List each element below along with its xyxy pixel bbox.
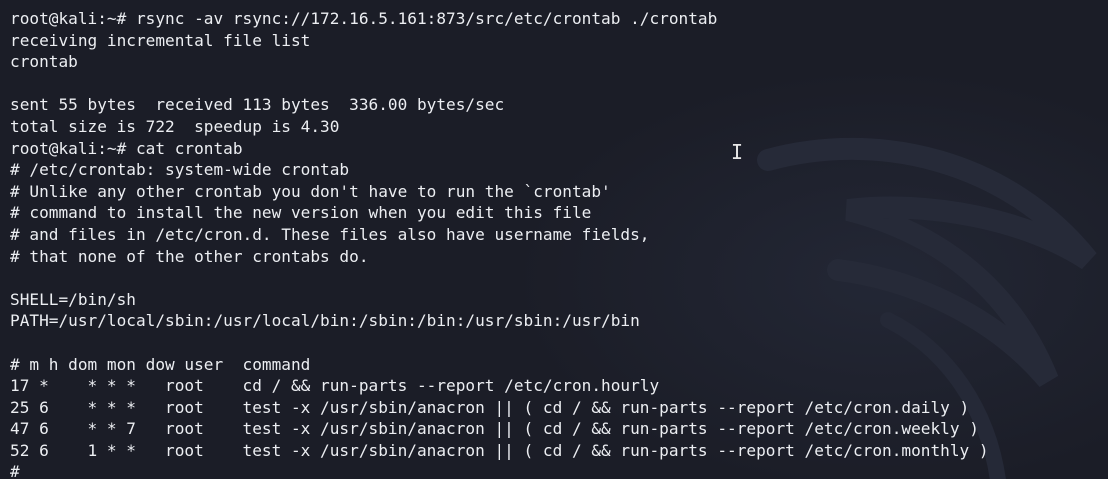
- terminal-line: root@kali:~# rsync -av rsync://172.16.5.…: [10, 9, 718, 28]
- terminal-line: crontab: [10, 52, 78, 72]
- terminal-line: # that none of the other crontabs do.: [10, 246, 369, 266]
- terminal-line: # /etc/crontab: system-wide crontab: [10, 160, 350, 180]
- text-cursor-icon: I: [731, 140, 744, 164]
- terminal-line: receiving incremental file list: [10, 30, 311, 50]
- terminal-line: sent 55 bytes received 113 bytes 336.00 …: [10, 95, 505, 115]
- terminal-line: #: [10, 462, 20, 479]
- terminal-line: total size is 722 speedup is 4.30: [10, 116, 340, 136]
- terminal-line: root@kali:~# cat crontab: [10, 138, 243, 158]
- terminal-line: 25 6 * * * root test -x /usr/sbin/anacro…: [10, 397, 970, 417]
- terminal-line: SHELL=/bin/sh: [10, 289, 136, 309]
- terminal-line: 52 6 1 * * root test -x /usr/sbin/anacro…: [10, 440, 989, 460]
- terminal-line: PATH=/usr/local/sbin:/usr/local/bin:/sbi…: [10, 311, 640, 331]
- terminal-line: # command to install the new version whe…: [10, 203, 592, 223]
- terminal-output: root@kali:~# rsync -av rsync://172.16.5.…: [10, 8, 1108, 479]
- terminal-line: # m h dom mon dow user command: [10, 354, 311, 374]
- terminal-line: # and files in /etc/cron.d. These files …: [10, 224, 650, 244]
- terminal-line: 17 * * * * root cd / && run-parts --repo…: [10, 376, 660, 396]
- terminal-window[interactable]: root@kali:~# rsync -av rsync://172.16.5.…: [0, 0, 1108, 479]
- terminal-line: # Unlike any other crontab you don't hav…: [10, 181, 611, 201]
- terminal-line: 47 6 * * 7 root test -x /usr/sbin/anacro…: [10, 419, 979, 439]
